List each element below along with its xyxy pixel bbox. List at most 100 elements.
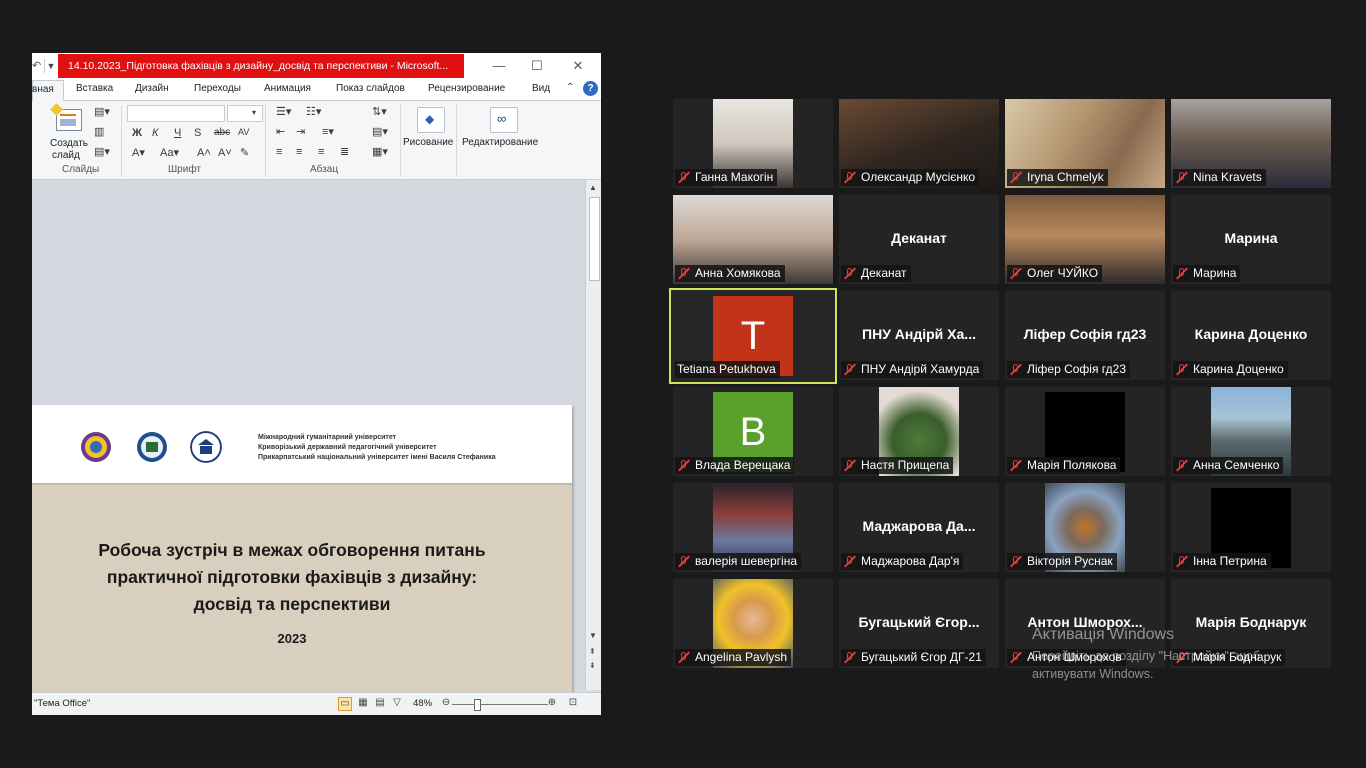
participant-tile[interactable]: Марина Марина: [1171, 195, 1331, 284]
tab-home-label: вная: [32, 84, 54, 95]
participant-caption: Маджарова Дар'я: [841, 553, 964, 570]
participant-caption: Інна Петрина: [1173, 553, 1271, 570]
strikethrough-button[interactable]: abc: [214, 126, 230, 140]
slide-title-line-3: досвід та перспективи: [193, 594, 391, 614]
numbering-icon[interactable]: ☷▾: [306, 105, 321, 119]
muted-mic-icon: [1009, 555, 1023, 568]
slide-editor[interactable]: Міжнародний гуманітарний університет Кри…: [32, 180, 585, 715]
font-size-field[interactable]: [227, 105, 263, 122]
increase-indent-icon[interactable]: ⇥: [296, 125, 305, 139]
tab-slideshow[interactable]: Показ слайдов: [336, 83, 405, 94]
line-spacing-icon[interactable]: ≡▾: [322, 125, 334, 139]
vertical-scrollbar[interactable]: ▲ ▼ ⇞ ⇟: [585, 180, 601, 690]
undo-icon[interactable]: ↶: [32, 59, 41, 73]
smartart-icon[interactable]: ▦▾: [372, 145, 388, 159]
layout-icon[interactable]: ▤▾: [94, 105, 110, 119]
participant-tile[interactable]: валерія шевергіна: [673, 483, 833, 572]
minimize-ribbon-icon[interactable]: ⌃: [566, 82, 574, 93]
decrease-indent-icon[interactable]: ⇤: [276, 125, 285, 139]
participant-tile[interactable]: Маджарова Да... Маджарова Дар'я: [839, 483, 999, 572]
zoom-level[interactable]: 48%: [413, 698, 432, 709]
participant-tile[interactable]: Ганна Макогін: [673, 99, 833, 188]
fit-window-icon[interactable]: ⊡: [567, 697, 579, 709]
participant-tile[interactable]: B Влада Верещака: [673, 387, 833, 476]
participant-tile[interactable]: Марія Полякова: [1005, 387, 1165, 476]
scroll-thumb[interactable]: [589, 197, 600, 281]
theme-name[interactable]: "Тема Office": [34, 698, 90, 709]
section-icon[interactable]: ▤▾: [94, 145, 110, 159]
align-right-icon[interactable]: ≡: [318, 145, 324, 159]
participant-display-name: Марина: [1224, 230, 1278, 246]
char-spacing-button[interactable]: AV: [238, 125, 249, 139]
minimize-icon[interactable]: —: [490, 58, 508, 74]
quick-access-dropdown-icon[interactable]: ▼: [44, 59, 57, 73]
bold-button[interactable]: Ж: [132, 126, 142, 140]
slide-sorter-icon[interactable]: ▦: [357, 697, 369, 709]
font-name-field[interactable]: [127, 105, 225, 122]
underline-button[interactable]: Ч: [174, 126, 181, 140]
participant-tile[interactable]: Деканат Деканат: [839, 195, 999, 284]
zoom-slider-thumb[interactable]: [474, 699, 481, 711]
tab-transitions[interactable]: Переходы: [194, 83, 241, 94]
participant-tile[interactable]: Олександр Мусієнко: [839, 99, 999, 188]
help-icon[interactable]: ?: [583, 81, 598, 96]
bullets-icon[interactable]: ☰▾: [276, 105, 291, 119]
participant-tile[interactable]: Анна Семченко: [1171, 387, 1331, 476]
participant-tile[interactable]: Ліфер Софія гд23 Ліфер Софія гд23: [1005, 291, 1165, 380]
editing-button-label[interactable]: Редактирование: [462, 136, 538, 150]
change-case-icon[interactable]: Aa▾: [160, 146, 179, 160]
zoom-in-icon[interactable]: ⊕: [546, 697, 558, 709]
participant-tile[interactable]: Настя Прищепа: [839, 387, 999, 476]
tab-animations[interactable]: Анимация: [264, 83, 311, 94]
grow-font-icon[interactable]: A˄: [197, 146, 211, 160]
participant-display-name: ПНУ Андірй Ха...: [862, 326, 976, 342]
participant-tile[interactable]: Iryna Chmelyk: [1005, 99, 1165, 188]
drawing-button-label[interactable]: Рисование: [403, 136, 453, 150]
prev-slide-icon[interactable]: ⇞: [589, 647, 596, 656]
participant-tile[interactable]: Nina Kravets: [1171, 99, 1331, 188]
tab-review[interactable]: Рецензирование: [428, 83, 505, 94]
tab-home[interactable]: вная: [32, 80, 64, 101]
maximize-icon[interactable]: ☐: [528, 58, 546, 74]
participant-tile[interactable]: ПНУ Андірй Ха... ПНУ Андірй Хамурда: [839, 291, 999, 380]
new-slide-label-2[interactable]: слайд: [52, 149, 80, 163]
text-effects-icon[interactable]: A▾: [132, 146, 145, 160]
participant-caption: Бугацький Єгор ДГ-21: [841, 649, 986, 666]
active-speaker-tile[interactable]: T Tetiana Petukhova: [669, 288, 837, 384]
font-size-dropdown-icon[interactable]: ▾: [252, 106, 256, 120]
reset-icon[interactable]: ▥: [94, 125, 104, 139]
reading-view-icon[interactable]: ▤: [374, 697, 386, 709]
tab-insert[interactable]: Вставка: [76, 83, 113, 94]
justify-icon[interactable]: ≣: [340, 145, 349, 159]
close-icon[interactable]: ✕: [569, 58, 587, 74]
scroll-down-icon[interactable]: ▼: [589, 631, 597, 640]
participant-tile[interactable]: Анна Хомякова: [673, 195, 833, 284]
scroll-up-icon[interactable]: ▲: [589, 183, 597, 192]
tab-design[interactable]: Дизайн: [135, 83, 169, 94]
participant-tile[interactable]: Карина Доценко Карина Доценко: [1171, 291, 1331, 380]
normal-view-icon[interactable]: ▭: [338, 697, 352, 711]
drawing-tool-icon[interactable]: ◆: [417, 107, 445, 133]
participant-tile[interactable]: Олег ЧУЙКО: [1005, 195, 1165, 284]
tab-view[interactable]: Вид: [532, 83, 550, 94]
text-direction-icon[interactable]: ⇅▾: [372, 105, 387, 119]
zoom-out-icon[interactable]: ⊖: [440, 697, 452, 709]
participant-tile[interactable]: Angelina Pavlysh: [673, 579, 833, 668]
participant-tile[interactable]: Бугацький Єгор... Бугацький Єгор ДГ-21: [839, 579, 999, 668]
clear-format-icon[interactable]: ✎: [240, 146, 249, 160]
shadow-button[interactable]: S: [194, 126, 201, 140]
slideshow-view-icon[interactable]: ▽: [391, 697, 403, 709]
participant-tile[interactable]: Інна Петрина: [1171, 483, 1331, 572]
windows-activation-watermark: Активація Windows Перейдіть до розділу "…: [1032, 626, 1260, 683]
align-text-icon[interactable]: ▤▾: [372, 125, 388, 139]
italic-button[interactable]: К: [152, 126, 158, 140]
shrink-font-icon[interactable]: A˅: [218, 146, 232, 160]
align-left-icon[interactable]: ≡: [276, 145, 282, 159]
participant-tile[interactable]: Вікторія Руснак: [1005, 483, 1165, 572]
slide[interactable]: Міжнародний гуманітарний університет Кри…: [32, 405, 572, 715]
align-center-icon[interactable]: ≡: [296, 145, 302, 159]
muted-mic-icon: [1009, 267, 1023, 280]
zoom-slider[interactable]: [452, 704, 548, 705]
binoculars-icon[interactable]: ∞: [490, 107, 518, 133]
next-slide-icon[interactable]: ⇟: [589, 661, 596, 670]
